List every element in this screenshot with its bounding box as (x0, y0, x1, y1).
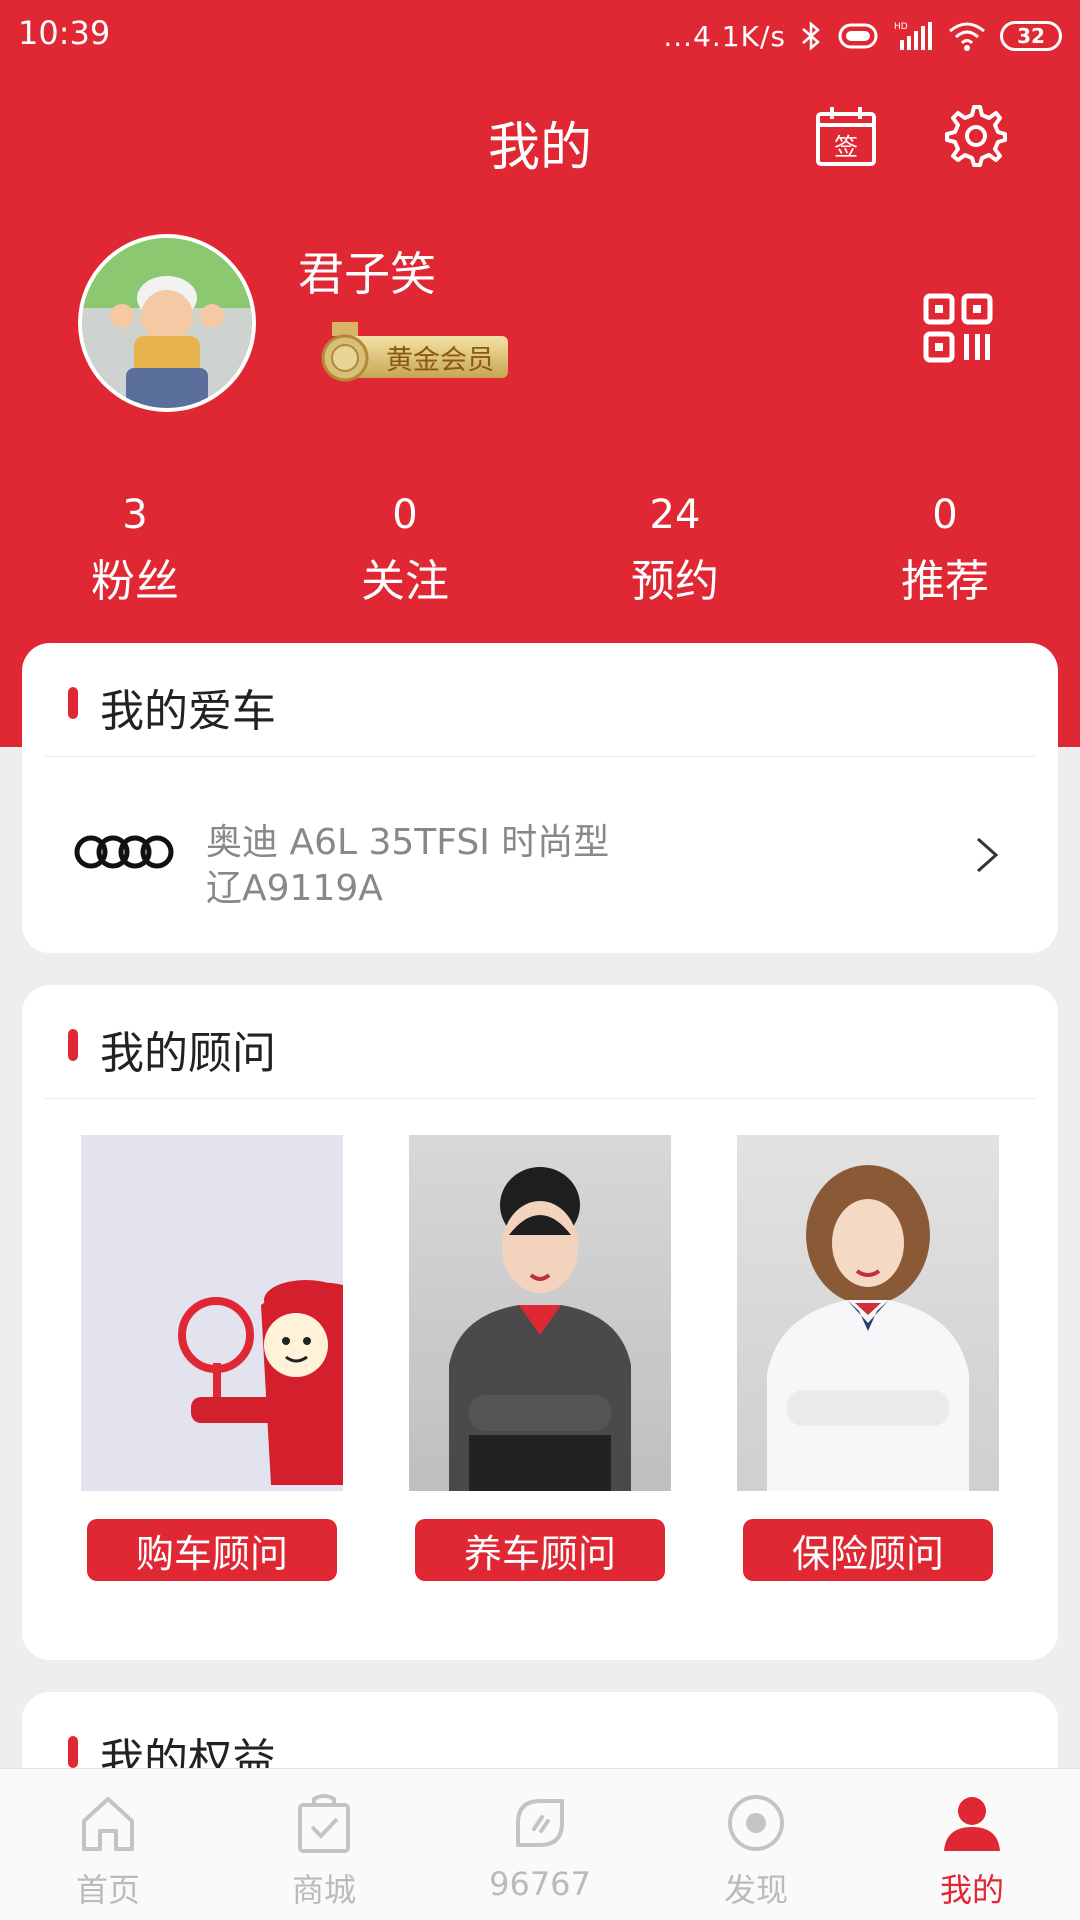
tab-mall[interactable]: 商城 (216, 1769, 432, 1920)
medal-icon (321, 322, 369, 382)
audi-logo-icon (74, 835, 174, 869)
my-car-card: 我的爱车 奥迪 A6L 35TFSI 时尚型 辽A9119A (22, 643, 1058, 953)
wifi-icon (949, 22, 985, 51)
stat-value: 24 (649, 492, 701, 538)
avatar-photo (82, 238, 252, 408)
title-accent-bar (68, 687, 78, 719)
vibrate-icon (838, 23, 878, 49)
user-icon (944, 1797, 1000, 1851)
gear-icon[interactable] (945, 105, 1007, 167)
page-title: 我的 (487, 118, 592, 178)
signal-icon: HD (894, 22, 932, 50)
tab-label: 96767 (489, 1865, 591, 1903)
stat-value: 3 (122, 492, 148, 538)
advisor-photo (409, 1135, 671, 1491)
card-header: 我的顾问 (44, 985, 1036, 1099)
bottom-tab-bar: 首页 商城 96767 发现 我的 (0, 1768, 1080, 1920)
stat-value: 0 (932, 492, 958, 538)
my-advisors-card: 我的顾问 购车顾问 养车顾问 保险顾问 (22, 985, 1058, 1660)
qr-code-icon[interactable] (918, 288, 998, 368)
my-car-title: 我的爱车 (100, 686, 276, 737)
bluetooth-icon (802, 21, 820, 51)
advisor-item-insurance[interactable]: 保险顾问 (737, 1135, 999, 1581)
tab-label: 发现 (723, 1871, 788, 1909)
tab-label: 我的 (939, 1871, 1004, 1909)
stat-label: 粉丝 (91, 556, 179, 607)
service-icon (516, 1799, 564, 1847)
chevron-right-icon (977, 837, 999, 873)
insurance-advisor-button[interactable]: 保险顾问 (743, 1519, 993, 1581)
car-plate: 辽A9119A (206, 868, 383, 909)
battery-icon: 32 (1000, 21, 1062, 51)
member-badge[interactable]: 黄金会员 (316, 322, 508, 382)
stat-label: 推荐 (901, 556, 989, 607)
svg-text:HD: HD (894, 22, 908, 32)
tab-mine[interactable]: 我的 (864, 1769, 1080, 1920)
stat-label: 预约 (631, 556, 719, 607)
home-icon (82, 1797, 134, 1851)
status-indicators: ...4.1K/s HD 32 (663, 14, 1062, 58)
discover-icon (728, 1795, 784, 1851)
stat-recommend[interactable]: 0 推荐 (810, 488, 1080, 622)
purchase-advisor-button[interactable]: 购车顾问 (87, 1519, 337, 1581)
network-speed: ...4.1K/s (663, 19, 786, 53)
advisor-photo (81, 1135, 343, 1491)
advisor-item-maintenance[interactable]: 养车顾问 (409, 1135, 671, 1581)
car-item[interactable]: 奥迪 A6L 35TFSI 时尚型 辽A9119A (22, 757, 1058, 947)
my-advisors-title: 我的顾问 (100, 1028, 276, 1079)
card-header: 我的爱车 (44, 643, 1036, 757)
stat-appointments[interactable]: 24 预约 (540, 488, 810, 622)
tab-label: 首页 (75, 1871, 140, 1909)
stat-following[interactable]: 0 关注 (270, 488, 540, 622)
advisor-photo (737, 1135, 999, 1491)
tab-service[interactable]: 96767 (432, 1769, 648, 1920)
sign-icon-label: 签 (834, 133, 858, 161)
title-accent-bar (68, 1029, 78, 1061)
stats-row: 3 粉丝 0 关注 24 预约 0 推荐 (0, 488, 1080, 622)
title-accent-bar (68, 1736, 78, 1768)
advisor-item-purchase[interactable]: 购车顾问 (81, 1135, 343, 1581)
avatar[interactable] (78, 234, 256, 412)
calendar-sign-icon[interactable]: 签 (815, 105, 877, 167)
maintenance-advisor-button[interactable]: 养车顾问 (415, 1519, 665, 1581)
stat-label: 关注 (361, 556, 449, 607)
tab-discover[interactable]: 发现 (648, 1769, 864, 1920)
username: 君子笑 (298, 247, 436, 301)
tab-label: 商城 (291, 1871, 356, 1909)
status-time: 10:39 (18, 14, 111, 52)
stat-fans[interactable]: 3 粉丝 (0, 488, 270, 622)
car-model: 奥迪 A6L 35TFSI 时尚型 (206, 822, 610, 863)
stat-value: 0 (392, 492, 418, 538)
shopping-bag-icon (298, 1794, 350, 1853)
battery-level: 32 (1017, 24, 1045, 48)
status-bar: 10:39 ...4.1K/s HD 32 (0, 0, 1080, 72)
tab-home[interactable]: 首页 (0, 1769, 216, 1920)
